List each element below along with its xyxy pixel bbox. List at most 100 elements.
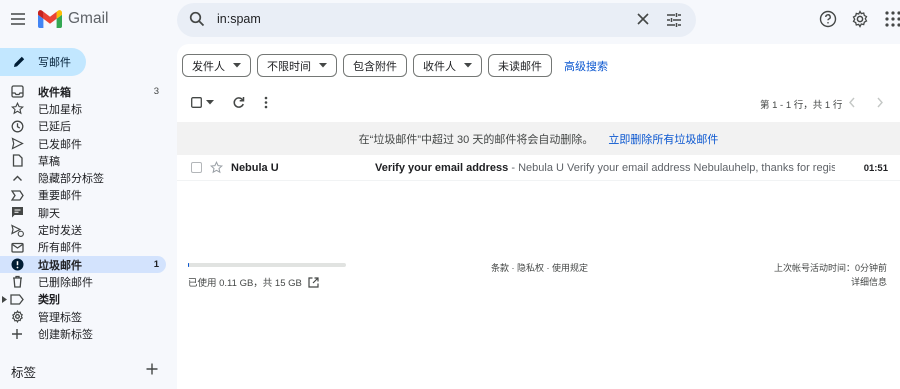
settings-gear-icon[interactable] <box>851 10 869 28</box>
email-row[interactable]: Nebula U Verify your email address - Neb… <box>177 155 900 181</box>
draft-icon <box>10 154 24 168</box>
sidebar-item-label: 已发邮件 <box>38 138 82 151</box>
older-page-icon[interactable] <box>876 97 884 108</box>
search-bar[interactable]: in:spam <box>177 3 696 37</box>
delete-all-spam-link[interactable]: 立即删除所有垃圾邮件 <box>608 131 718 147</box>
mail-toolbar: 第 1 - 1 行，共 1 行 <box>177 92 900 114</box>
gmail-logo[interactable]: Gmail <box>38 9 108 29</box>
more-options-icon[interactable] <box>264 96 268 109</box>
last-activity-text: 上次帐号活动时间：0分钟前 <box>773 263 887 273</box>
send-icon <box>10 137 24 151</box>
filter-chip[interactable]: 未读邮件 <box>488 54 552 77</box>
sidebar-item-label: 重要邮件 <box>38 190 82 203</box>
scheduled-send-icon <box>10 223 24 237</box>
gear-icon <box>10 310 24 324</box>
sidebar-item-scheduled[interactable]: 定时发送 <box>0 221 176 238</box>
email-select-checkbox[interactable] <box>191 162 202 173</box>
filter-chip-label: 不限时间 <box>267 60 311 73</box>
gmail-m-icon <box>38 10 62 28</box>
refresh-icon[interactable] <box>232 96 245 109</box>
main-menu-icon[interactable] <box>8 9 28 29</box>
activity-details-link[interactable]: 详细信息 <box>774 275 887 289</box>
dropdown-arrow-icon <box>319 63 327 68</box>
sidebar-item-label: 隐藏部分标签 <box>38 173 104 186</box>
clear-search-icon[interactable] <box>636 12 650 26</box>
labels-section-title: 标签 <box>11 366 37 380</box>
newer-page-icon[interactable] <box>848 97 856 108</box>
unread-count: 3 <box>153 86 159 98</box>
sidebar-item-label: 定时发送 <box>38 225 82 238</box>
dropdown-arrow-icon <box>233 63 241 68</box>
help-icon[interactable] <box>819 10 837 28</box>
sidebar-item-trash[interactable]: 已删除邮件 <box>0 273 176 290</box>
sidebar-item-label: 已加星标 <box>38 103 82 116</box>
label-icon <box>10 292 24 306</box>
apps-grid-icon[interactable] <box>884 10 900 28</box>
filter-chip-label: 未读邮件 <box>498 60 542 73</box>
dropdown-arrow-icon <box>464 63 472 68</box>
storage-usage: 已使用 0.11 GB，共 15 GB <box>188 275 319 289</box>
sidebar-item-snoozed[interactable]: 已延后 <box>0 118 176 135</box>
last-activity-info: 上次帐号活动时间：0分钟前 详细信息 <box>774 261 887 289</box>
sidebar-item-categories[interactable]: 类别 <box>0 291 176 308</box>
sidebar-item-starred[interactable]: 已加星标 <box>0 100 176 117</box>
filter-chip-label: 包含附件 <box>353 60 397 73</box>
compose-label: 写邮件 <box>38 57 71 69</box>
sidebar-item-drafts[interactable]: 草稿 <box>0 152 176 169</box>
sidebar-item-sent[interactable]: 已发邮件 <box>0 135 176 152</box>
filter-chip[interactable]: 包含附件 <box>343 54 407 77</box>
chevron-up-icon <box>10 171 24 185</box>
sidebar-item-all-mail[interactable]: 所有邮件 <box>0 239 176 256</box>
email-sender: Nebula U <box>231 162 279 174</box>
main-panel: 发件人 不限时间 包含附件 收件人 未读邮件 高级搜索 第 1 - 1 行，共 1 行 在… <box>177 44 900 389</box>
search-icon[interactable] <box>189 11 205 27</box>
sidebar-item-spam[interactable]: 垃圾邮件 1 <box>0 255 166 274</box>
email-time: 01:51 <box>863 163 888 174</box>
spam-icon <box>10 258 24 272</box>
sidebar-item-create-label[interactable]: 创建新标签 <box>0 325 176 342</box>
expand-caret-icon[interactable] <box>2 295 7 303</box>
sidebar-item-label: 类别 <box>38 294 60 307</box>
filter-chip-label: 发件人 <box>192 60 225 73</box>
star-icon <box>10 102 24 116</box>
sidebar-item-label: 草稿 <box>38 155 60 168</box>
filter-chip[interactable]: 不限时间 <box>257 54 337 77</box>
sidebar-item-chats[interactable]: 聊天 <box>0 204 176 221</box>
storage-meter-fill <box>188 263 190 267</box>
filter-chip[interactable]: 发件人 <box>182 54 251 77</box>
star-icon[interactable] <box>210 161 223 174</box>
chat-icon <box>10 206 24 220</box>
sidebar-item-manage-labels[interactable]: 管理标签 <box>0 308 176 325</box>
select-all-checkbox[interactable] <box>191 97 202 108</box>
open-in-new-icon[interactable] <box>302 276 319 288</box>
all-mail-icon <box>10 240 24 254</box>
unread-count: 1 <box>153 259 159 271</box>
compose-button[interactable]: 写邮件 <box>0 48 86 76</box>
email-preview: Verify your email address - Nebula U Ver… <box>375 162 835 174</box>
sidebar-item-label: 已延后 <box>38 121 71 134</box>
sidebar-item-less[interactable]: 隐藏部分标签 <box>0 169 176 186</box>
filter-chip-label: 收件人 <box>423 60 456 73</box>
add-label-icon[interactable] <box>145 362 159 376</box>
sidebar-item-important[interactable]: 重要邮件 <box>0 187 176 204</box>
app-name: Gmail <box>68 10 109 27</box>
top-bar: Gmail in:spam <box>0 0 900 40</box>
storage-meter <box>188 263 346 267</box>
sidebar-item-label: 聊天 <box>38 207 60 220</box>
footer-policy-links[interactable]: 条款 · 隐私权 · 使用规定 <box>491 261 588 274</box>
search-input[interactable]: in:spam <box>217 12 261 26</box>
select-dropdown-icon[interactable] <box>206 100 214 105</box>
filter-chip[interactable]: 收件人 <box>413 54 482 77</box>
advanced-search-link[interactable]: 高级搜索 <box>564 54 608 77</box>
sidebar-item-label: 所有邮件 <box>38 242 82 255</box>
inbox-icon <box>10 85 24 99</box>
sidebar-nav: 收件箱 3 已加星标已延后已发邮件草稿隐藏部分标签 重要邮件聊天定时发送所有邮件 垃圾邮… <box>0 83 176 342</box>
important-icon <box>10 188 24 202</box>
clock-icon <box>10 119 24 133</box>
search-options-icon[interactable] <box>666 12 682 28</box>
email-subject: Verify your email address <box>375 162 509 174</box>
email-snippet: - Nebula U Verify your email address Neb… <box>508 162 835 174</box>
sidebar-item-inbox[interactable]: 收件箱 3 <box>0 83 176 100</box>
plus-icon <box>10 327 24 341</box>
pencil-icon <box>12 55 26 69</box>
